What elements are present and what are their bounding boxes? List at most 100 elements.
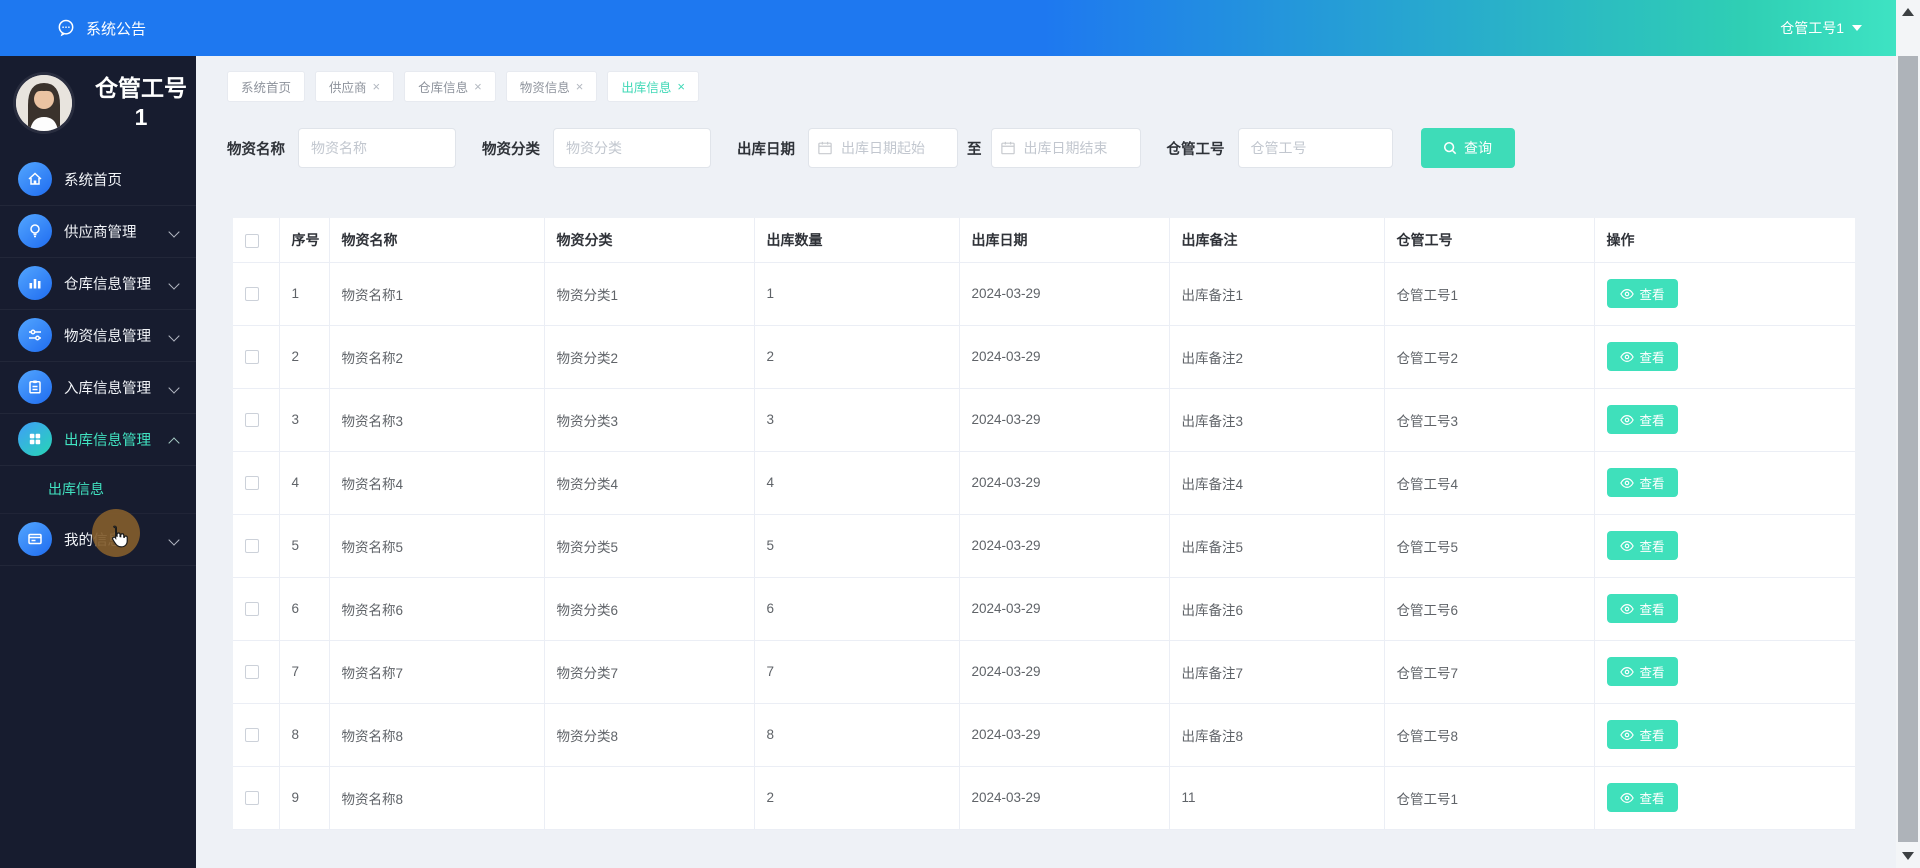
tab-close-icon[interactable]: × [677,80,685,93]
main-area: 系统首页 供应商 × 仓库信息 × 物资信息 × 出库信息 × 物资名称 物资分类 出库日期 至… [196,56,1896,868]
table-cell: 2024-03-29 [959,451,1170,515]
col-header: 仓管工号 [1384,218,1595,263]
announcement-icon [58,19,74,37]
view-button-label: 查看 [1639,288,1665,302]
tab-3[interactable]: 物资信息 × [505,71,598,102]
col-header: 出库数量 [754,218,960,263]
table-row: 8 物资名称8 物资分类8 8 2024-03-29 出库备注8 仓管工号8 查看 [233,703,1855,767]
tab-close-icon[interactable]: × [373,80,381,93]
eye-icon [1619,603,1634,614]
avatar[interactable] [16,74,72,131]
table-cell: 物资分类6 [544,577,755,641]
table-cell: 2 [279,325,330,389]
view-button[interactable]: 查看 [1606,342,1678,371]
table-cell: 出库备注8 [1169,703,1385,767]
col-header: 出库日期 [959,218,1170,263]
date-to-label: 至 [967,141,982,158]
view-button[interactable]: 查看 [1606,405,1678,434]
chevron-down-icon [170,330,180,340]
row-checkbox[interactable] [245,350,259,365]
tab-label: 供应商 [329,81,367,95]
row-checkbox[interactable] [245,791,259,806]
table-row: 4 物资名称4 物资分类4 4 2024-03-29 出库备注4 仓管工号4 查看 [233,451,1855,515]
row-checkbox[interactable] [245,539,259,554]
scroll-up-icon[interactable] [1902,8,1914,16]
sidebar-item-label: 入库信息管理 [64,380,151,397]
table-row: 7 物资名称7 物资分类7 7 2024-03-29 出库备注7 仓管工号7 查看 [233,640,1855,704]
page-scrollbar[interactable] [1896,0,1920,868]
tab-bar: 系统首页 供应商 × 仓库信息 × 物资信息 × 出库信息 × [227,71,1896,102]
table-cell: 3 [279,388,330,452]
table-cell: 4 [279,451,330,515]
view-button[interactable]: 查看 [1606,594,1678,623]
select-all-checkbox[interactable] [245,233,259,248]
tab-label: 物资信息 [519,81,570,95]
tab-4[interactable]: 出库信息 × [607,71,699,102]
tab-1[interactable]: 供应商 × [315,71,395,102]
sidebar-item-1[interactable]: 供应商管理 [0,206,196,258]
profile-block: 仓管工号 1 [0,56,196,148]
table-cell: 2024-03-29 [959,325,1170,389]
table-cell: 3 [754,388,960,452]
tab-label: 系统首页 [241,81,292,95]
sidebar-item-3[interactable]: 物资信息管理 [0,310,196,362]
view-button[interactable]: 查看 [1606,783,1678,812]
view-button[interactable]: 查看 [1606,468,1678,497]
sidebar-item-4[interactable]: 入库信息管理 [0,362,196,414]
table-cell: 仓管工号7 [1384,640,1595,704]
table-cell: 2024-03-29 [959,262,1170,326]
table-cell: 出库备注1 [1169,262,1385,326]
warehouse-icon [18,266,52,300]
table-cell: 6 [754,577,960,641]
view-button[interactable]: 查看 [1606,279,1678,308]
worker-input[interactable] [1237,128,1393,168]
table-cell: 物资分类2 [544,325,755,389]
row-checkbox[interactable] [245,413,259,428]
tab-2[interactable]: 仓库信息 × [404,71,496,102]
sidebar-subitem[interactable]: 出库信息 [0,466,196,514]
top-bar: 系统公告 仓管工号1 [0,0,1896,56]
sidebar-item-0[interactable]: 系统首页 [0,154,196,206]
scroll-down-icon[interactable] [1902,852,1914,860]
col-header: 物资名称 [329,218,545,263]
tab-0[interactable]: 系统首页 [227,71,306,102]
category-input[interactable] [553,128,711,168]
table-cell: 仓管工号4 [1384,451,1595,515]
user-dropdown[interactable]: 仓管工号1 [1780,18,1862,38]
material-name-input[interactable] [298,128,456,168]
scrollbar-thumb[interactable] [1898,56,1918,842]
announcement-entry[interactable]: 系统公告 [56,18,146,39]
sidebar-item-label: 供应商管理 [64,224,137,241]
material-icon [18,318,52,352]
eye-icon [1619,351,1634,362]
view-button-label: 查看 [1639,603,1665,617]
sidebar-item-5[interactable]: 出库信息管理 [0,414,196,466]
tab-close-icon[interactable]: × [576,80,584,93]
row-checkbox[interactable] [245,728,259,743]
view-button[interactable]: 查看 [1606,720,1678,749]
view-button[interactable]: 查看 [1606,657,1678,686]
profile-icon [18,522,52,556]
search-button[interactable]: 查询 [1420,128,1515,168]
row-checkbox[interactable] [245,287,259,302]
table-cell: 出库备注7 [1169,640,1385,704]
table-cell: 出库备注3 [1169,388,1385,452]
table-cell: 5 [754,514,960,578]
sidebar-item-2[interactable]: 仓库信息管理 [0,258,196,310]
chevron-down-icon [170,226,180,236]
row-checkbox[interactable] [245,602,259,617]
row-checkbox[interactable] [245,665,259,680]
row-checkbox[interactable] [245,476,259,491]
tab-close-icon[interactable]: × [474,80,482,93]
eye-icon [1619,792,1634,803]
col-header: 物资分类 [544,218,755,263]
table-cell: 物资名称1 [329,262,545,326]
table-cell: 仓管工号1 [1384,766,1595,830]
table-row: 1 物资名称1 物资分类1 1 2024-03-29 出库备注1 仓管工号1 查看 [233,262,1855,326]
inbound-icon [18,370,52,404]
view-button[interactable]: 查看 [1606,531,1678,560]
table-cell: 5 [279,514,330,578]
table-cell: 物资名称8 [329,766,545,830]
sidebar-item-label: 出库信息管理 [64,432,151,449]
calendar-icon [818,141,832,155]
